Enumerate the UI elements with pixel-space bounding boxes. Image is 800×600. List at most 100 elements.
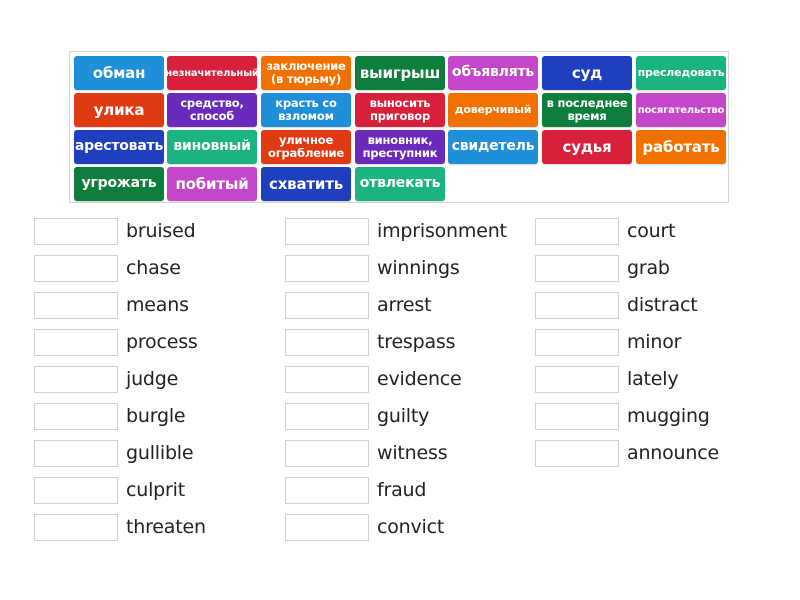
- word-tile[interactable]: доверчивый: [448, 93, 538, 127]
- word-tile[interactable]: красть со взломом: [261, 93, 351, 127]
- word-tile[interactable]: улика: [74, 93, 164, 127]
- answer-row: gullible: [34, 439, 194, 467]
- drop-box[interactable]: [34, 328, 118, 356]
- drop-box[interactable]: [34, 513, 118, 541]
- answer-row: lately: [535, 365, 679, 393]
- prompt-word: guilty: [377, 405, 430, 427]
- drop-box[interactable]: [34, 476, 118, 504]
- answer-row: evidence: [285, 365, 462, 393]
- word-tile[interactable]: заключение (в тюрьму): [261, 56, 351, 90]
- answer-row: process: [34, 328, 198, 356]
- word-tile[interactable]: обман: [74, 56, 164, 90]
- drop-box[interactable]: [285, 513, 369, 541]
- prompt-word: culprit: [126, 479, 185, 501]
- word-tile[interactable]: виновник, преступник: [355, 130, 445, 164]
- answer-row: convict: [285, 513, 444, 541]
- word-tile[interactable]: выносить приговор: [355, 93, 445, 127]
- drop-box[interactable]: [535, 254, 619, 282]
- word-tile[interactable]: выигрыш: [355, 56, 445, 90]
- drop-box[interactable]: [285, 254, 369, 282]
- drop-box[interactable]: [285, 291, 369, 319]
- drop-box[interactable]: [535, 291, 619, 319]
- drop-box[interactable]: [535, 365, 619, 393]
- prompt-word: gullible: [126, 442, 194, 464]
- prompt-word: trespass: [377, 331, 456, 353]
- answer-row: minor: [535, 328, 681, 356]
- prompt-word: bruised: [126, 220, 196, 242]
- answer-row: trespass: [285, 328, 456, 356]
- prompt-word: announce: [627, 442, 719, 464]
- prompt-word: witness: [377, 442, 448, 464]
- answer-row: chase: [34, 254, 181, 282]
- drop-box[interactable]: [285, 402, 369, 430]
- answer-row: distract: [535, 291, 698, 319]
- answer-row: burgle: [34, 402, 186, 430]
- answer-row: grab: [535, 254, 670, 282]
- word-tile[interactable]: побитый: [167, 167, 257, 201]
- word-tile[interactable]: виновный: [167, 130, 257, 164]
- drop-box[interactable]: [34, 402, 118, 430]
- word-tile[interactable]: угрожать: [74, 167, 164, 201]
- answer-row: threaten: [34, 513, 206, 541]
- answer-row: announce: [535, 439, 719, 467]
- answer-row: judge: [34, 365, 178, 393]
- word-tile[interactable]: суд: [542, 56, 632, 90]
- prompt-word: evidence: [377, 368, 462, 390]
- drop-box[interactable]: [285, 439, 369, 467]
- answer-row: bruised: [34, 217, 196, 245]
- word-tile[interactable]: свидетель: [448, 130, 538, 164]
- prompt-word: burgle: [126, 405, 186, 427]
- drop-box[interactable]: [535, 217, 619, 245]
- answer-row: mugging: [535, 402, 710, 430]
- drop-box[interactable]: [535, 402, 619, 430]
- drop-box[interactable]: [285, 328, 369, 356]
- tile-bank: обман незначительный заключение (в тюрьму)…: [69, 51, 729, 203]
- word-tile[interactable]: арестовать: [74, 130, 164, 164]
- prompt-word: judge: [126, 368, 179, 390]
- drop-box[interactable]: [285, 217, 369, 245]
- drop-box[interactable]: [535, 439, 619, 467]
- word-tile[interactable]: преследовать: [636, 56, 726, 90]
- drop-box[interactable]: [34, 217, 118, 245]
- prompt-word: process: [126, 331, 198, 353]
- drop-box[interactable]: [285, 365, 369, 393]
- prompt-word: winnings: [377, 257, 460, 279]
- word-tile[interactable]: отвлекать: [355, 167, 445, 201]
- drop-box[interactable]: [34, 439, 118, 467]
- prompt-word: arrest: [377, 294, 432, 316]
- drop-box[interactable]: [34, 254, 118, 282]
- word-tile[interactable]: незначительный: [165, 56, 259, 90]
- drop-box[interactable]: [34, 365, 118, 393]
- prompt-word: distract: [627, 294, 698, 316]
- prompt-word: fraud: [377, 479, 427, 501]
- word-tile[interactable]: в последнее время: [542, 93, 632, 127]
- drop-box[interactable]: [34, 291, 118, 319]
- word-tile[interactable]: посягательство: [636, 93, 726, 127]
- word-tile[interactable]: уличное ограбление: [261, 130, 351, 164]
- answer-row: arrest: [285, 291, 432, 319]
- answer-row: witness: [285, 439, 448, 467]
- prompt-word: lately: [627, 368, 679, 390]
- prompt-word: threaten: [126, 516, 206, 538]
- drop-box[interactable]: [535, 328, 619, 356]
- prompt-word: court: [627, 220, 676, 242]
- answer-row: means: [34, 291, 189, 319]
- prompt-word: chase: [126, 257, 181, 279]
- answer-row: fraud: [285, 476, 426, 504]
- word-tile[interactable]: объявлять: [448, 56, 538, 90]
- prompt-word: means: [126, 294, 189, 316]
- answer-row: winnings: [285, 254, 460, 282]
- prompt-word: convict: [377, 516, 445, 538]
- answer-row: culprit: [34, 476, 185, 504]
- prompt-word: grab: [627, 257, 670, 279]
- answer-row: imprisonment: [285, 217, 507, 245]
- word-tile[interactable]: работать: [636, 130, 726, 164]
- prompt-word: mugging: [627, 405, 710, 427]
- prompt-word: imprisonment: [377, 220, 507, 242]
- word-tile[interactable]: средство, способ: [167, 93, 257, 127]
- prompt-word: minor: [627, 331, 682, 353]
- drop-box[interactable]: [285, 476, 369, 504]
- word-tile[interactable]: схватить: [261, 167, 351, 201]
- answer-row: guilty: [285, 402, 429, 430]
- word-tile[interactable]: судья: [542, 130, 632, 164]
